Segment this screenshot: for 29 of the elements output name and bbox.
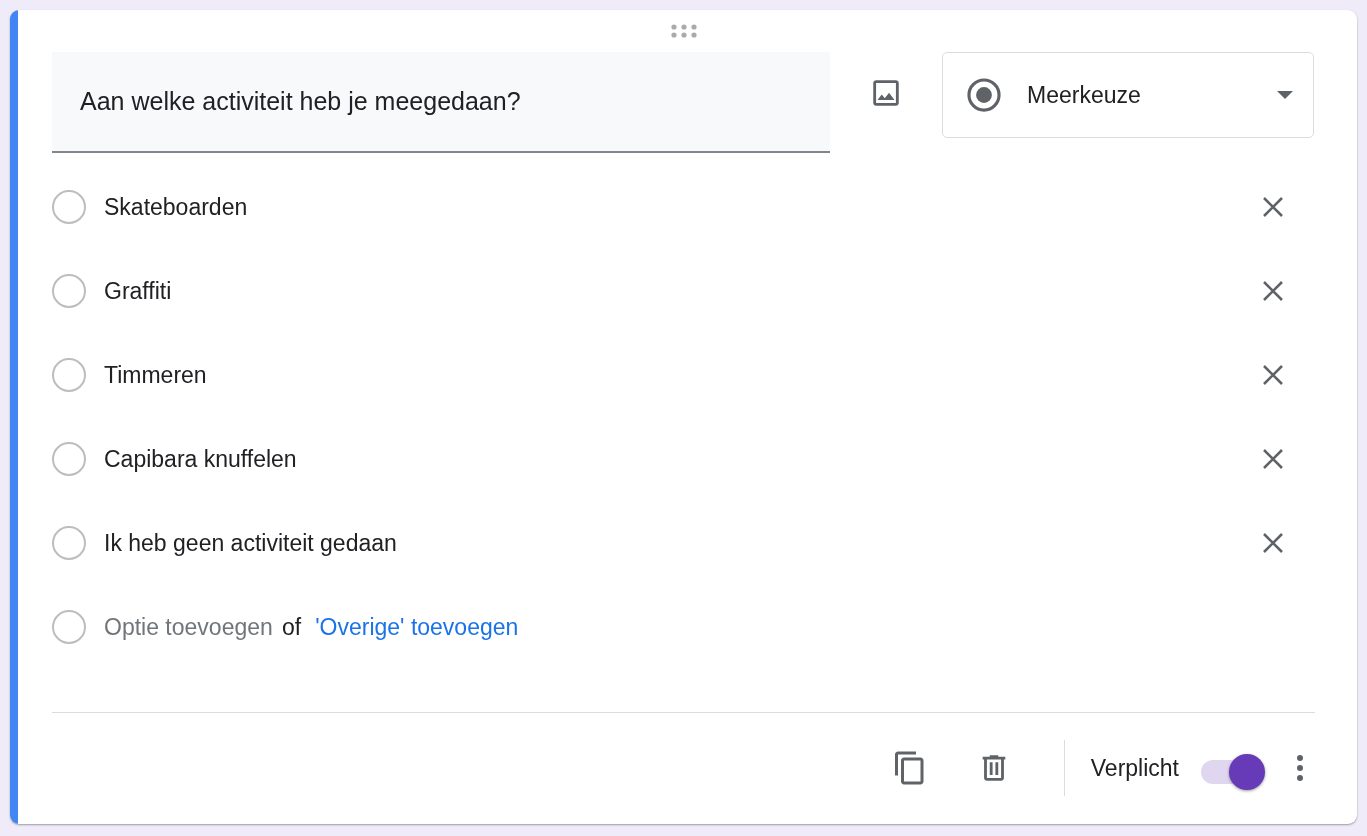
option-label[interactable]: Graffiti (104, 277, 1261, 305)
radio-button[interactable] (52, 358, 86, 392)
radio-button[interactable] (52, 274, 86, 308)
radio-button[interactable] (52, 190, 86, 224)
remove-option-button[interactable] (1261, 531, 1285, 555)
radio-button[interactable] (52, 442, 86, 476)
remove-option-button[interactable] (1261, 447, 1285, 471)
option-label[interactable]: Ik heb geen activiteit gedaan (104, 529, 1261, 557)
separator-text: of (282, 613, 302, 641)
question-field[interactable]: Aan welke activiteit heb je meegedaan? (52, 52, 830, 153)
drag-handle-icon[interactable] (669, 23, 698, 39)
menu-icon (1296, 754, 1304, 782)
remove-option-button[interactable] (1261, 279, 1285, 303)
question-type-dropdown[interactable]: Meerkeuze (942, 52, 1314, 138)
caret-icon (1277, 91, 1293, 99)
required-label: Verplicht (1090, 754, 1179, 782)
close-icon (1261, 447, 1285, 471)
option-label[interactable]: Capibara knuffelen (104, 445, 1261, 473)
option-label[interactable]: Skateboarden (104, 193, 1261, 221)
close-icon (1261, 531, 1285, 555)
close-icon (1261, 195, 1285, 219)
remove-option-button[interactable] (1261, 363, 1285, 387)
close-icon (1261, 363, 1285, 387)
radio-button[interactable] (52, 526, 86, 560)
radio-button-icon (965, 76, 1003, 114)
add-other-link[interactable]: 'Overige' toevoegen (315, 613, 519, 641)
option-label[interactable]: Timmeren (104, 361, 1261, 389)
close-icon (1261, 279, 1285, 303)
remove-option-button[interactable] (1261, 195, 1285, 219)
